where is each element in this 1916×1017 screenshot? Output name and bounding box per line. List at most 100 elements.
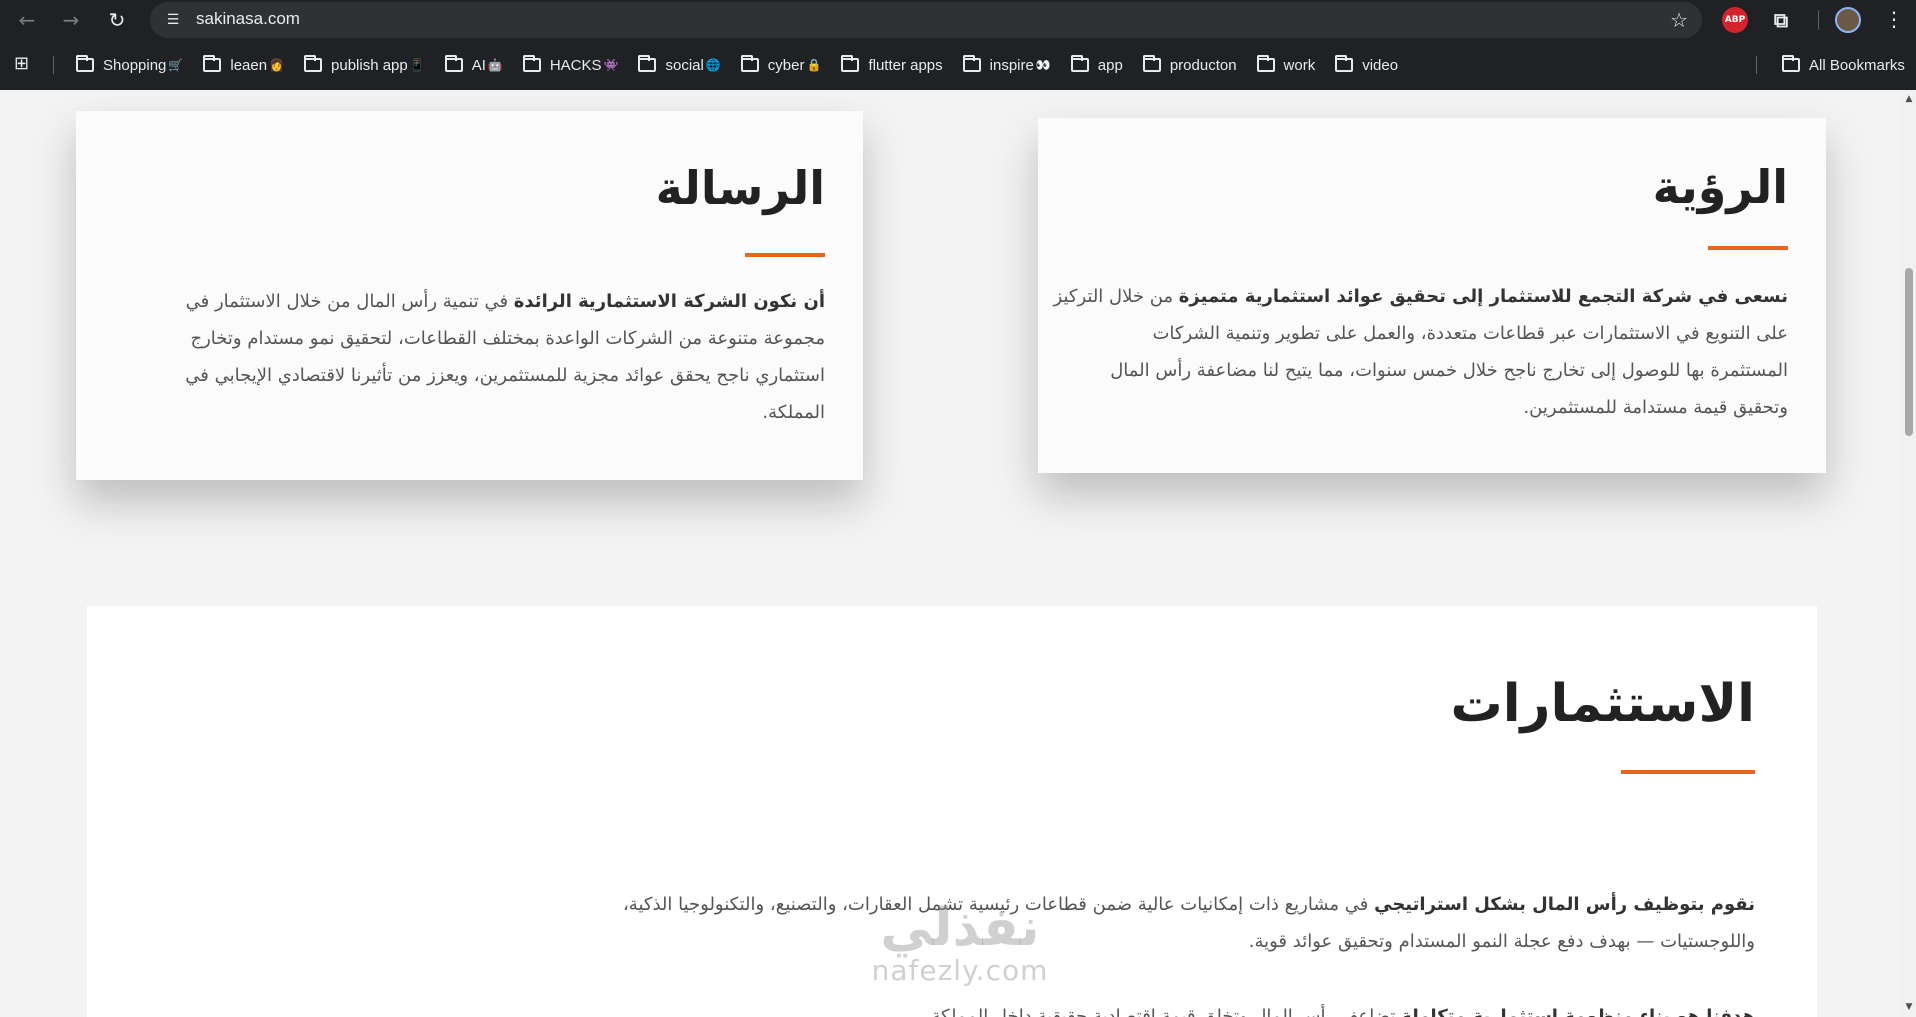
folder-icon xyxy=(740,55,759,72)
bookmarks-divider xyxy=(53,56,54,74)
all-bookmarks-button[interactable]: All Bookmarks xyxy=(1772,50,1915,80)
page-content: الرؤية نسعى في شركة التجمع للاستثمار إلى… xyxy=(0,90,1916,1017)
toolbar-divider xyxy=(1818,10,1819,30)
adblock-extension-icon[interactable]: ABP xyxy=(1722,7,1748,33)
vision-line-4: وتحقيق قيمة مستدامة للمستثمرين. xyxy=(1523,397,1788,418)
mission-line-1: في تنمية رأس المال من خلال الاستثمار في xyxy=(185,291,514,312)
vision-title-underline xyxy=(1708,246,1788,250)
bookmark-label: app xyxy=(1097,56,1123,74)
investments-title-underline xyxy=(1621,770,1755,774)
bookmark-label: cyber xyxy=(767,56,805,74)
site-settings-icon[interactable]: ☰ xyxy=(164,11,182,29)
mission-title: الرسالة xyxy=(655,161,825,215)
bookmark-label: leaen xyxy=(230,56,268,74)
mission-text: أن نكون الشركة الاستثمارية الرائدة في تن… xyxy=(95,283,825,431)
bookmark-folder[interactable]: HACKS 👾 xyxy=(513,50,629,80)
mission-line-2: مجموعة متنوعة من الشركات الواعدة بمختلف … xyxy=(190,328,825,349)
mission-line-3: استثماري ناجح يحقق عوائد مجزية للمستثمري… xyxy=(185,365,825,386)
mission-title-underline xyxy=(745,253,825,257)
vision-lead: نسعى في شركة التجمع للاستثمار إلى تحقيق … xyxy=(1178,286,1788,307)
browser-chrome: ← → ↻ ☰ sakinasa.com ☆ ABP ⧉ ⋮ ⊞ Shoppin… xyxy=(0,0,1916,90)
bookmark-emoji-icon: 📱 xyxy=(409,58,425,72)
bookmark-folder[interactable]: work xyxy=(1247,50,1326,80)
bookmark-folder[interactable]: video xyxy=(1325,50,1408,80)
bookmark-emoji-icon: 🔒 xyxy=(806,58,822,72)
folder-icon xyxy=(304,55,323,72)
bookmark-folder[interactable]: publish app 📱 xyxy=(294,50,435,80)
bookmark-folder[interactable]: flutter apps xyxy=(831,50,952,80)
bookmark-folder[interactable]: social 🌐 xyxy=(628,50,730,80)
folder-icon xyxy=(1335,55,1354,72)
bookmark-folder[interactable]: inspire 👀 xyxy=(953,50,1061,80)
bookmark-label: publish app xyxy=(331,56,408,74)
bookmark-label: inspire xyxy=(989,56,1034,74)
investments-p2-lead: هدفنا هو بناء منظومة استثمارية متكاملة xyxy=(1401,1006,1755,1017)
folder-icon xyxy=(1782,55,1800,72)
folder-icon xyxy=(76,55,94,72)
forward-arrow-icon[interactable]: → xyxy=(56,5,86,35)
bookmark-folder[interactable]: app xyxy=(1061,50,1133,80)
bookmark-emoji-icon: 👾 xyxy=(603,58,619,72)
folder-icon xyxy=(1256,55,1275,72)
investments-p1-lead: نقوم بتوظيف رأس المال بشكل استراتيجي xyxy=(1374,894,1755,915)
extensions-puzzle-icon[interactable]: ⧉ xyxy=(1768,7,1794,33)
bookmark-label: producton xyxy=(1169,56,1237,74)
back-arrow-icon[interactable]: ← xyxy=(12,5,42,35)
bookmark-emoji-icon: 🛒 xyxy=(168,58,184,72)
investments-title: الاستثمارات xyxy=(1450,674,1755,734)
folder-icon xyxy=(962,55,981,72)
investments-paragraph-1: نقوم بتوظيف رأس المال بشكل استراتيجي في … xyxy=(595,886,1755,960)
investments-p2-rest: تضاعف رأس المال وتخلق قيمة اقتصادية حقيق… xyxy=(931,1006,1402,1017)
vision-title: الرؤية xyxy=(1652,160,1788,214)
bookmark-label: work xyxy=(1283,56,1316,74)
bookmark-label: video xyxy=(1362,56,1399,74)
bookmark-folder[interactable]: AI 🤖 xyxy=(435,50,513,80)
watermark-arabic: نفذلي xyxy=(880,898,1040,958)
vision-text: نسعى في شركة التجمع للاستثمار إلى تحقيق … xyxy=(1048,278,1788,426)
bookmark-emoji-icon: 👀 xyxy=(1035,58,1051,72)
bookmark-folder[interactable]: Shopping 🛒 xyxy=(66,50,193,80)
page-scrollbar[interactable]: ▲ ▼ xyxy=(1902,90,1916,1017)
apps-grid-icon[interactable]: ⊞ xyxy=(14,55,32,73)
bookmark-emoji-icon: 🤖 xyxy=(487,58,503,72)
nafezly-watermark: نفذلي nafezly.com xyxy=(850,900,1070,986)
bookmarks-divider-right xyxy=(1756,56,1757,74)
bookmark-folder[interactable]: leaen 👩 xyxy=(193,50,294,80)
bookmarks-bar: ⊞ Shopping 🛒 leaen 👩 publish app 📱 AI 🤖 HACKS 👾 so… xyxy=(0,46,1916,84)
bookmark-emoji-icon: 👩 xyxy=(269,58,285,72)
vision-line-2: على التنويع في الاستثمارات عبر قطاعات مت… xyxy=(1152,323,1788,344)
folder-icon xyxy=(522,55,541,72)
watermark-latin: nafezly.com xyxy=(871,954,1049,987)
browser-menu-icon[interactable]: ⋮ xyxy=(1884,5,1904,33)
reload-icon[interactable]: ↻ xyxy=(102,5,132,35)
folder-icon xyxy=(203,55,222,72)
folder-icon xyxy=(638,55,657,72)
bookmark-folder[interactable]: cyber 🔒 xyxy=(731,50,832,80)
folder-icon xyxy=(841,55,860,72)
investments-p1-line2: واللوجستيات — بهدف دفع عجلة النمو المستد… xyxy=(1248,931,1755,952)
bookmark-star-icon[interactable]: ☆ xyxy=(1670,7,1688,33)
mission-line-4: المملكة. xyxy=(762,402,825,423)
url-text[interactable]: sakinasa.com xyxy=(196,9,300,29)
browser-toolbar: ← → ↻ ☰ sakinasa.com ☆ ABP ⧉ ⋮ xyxy=(0,0,1916,40)
folder-icon xyxy=(1142,55,1161,72)
scrollbar-thumb[interactable] xyxy=(1905,268,1913,436)
investments-paragraph-2: هدفنا هو بناء منظومة استثمارية متكاملة ت… xyxy=(595,998,1755,1017)
folder-icon xyxy=(1070,55,1089,72)
vision-line-3: المستثمرة بها للوصول إلى تخارج ناجح خلال… xyxy=(1110,360,1788,381)
address-bar[interactable]: ☰ sakinasa.com ☆ xyxy=(150,2,1702,38)
bookmark-emoji-icon: 🌐 xyxy=(705,58,721,72)
vision-line-1: من خلال التركيز xyxy=(1053,286,1179,307)
scroll-up-arrow-icon[interactable]: ▲ xyxy=(1904,94,1914,104)
mission-card: الرسالة أن نكون الشركة الاستثمارية الرائ… xyxy=(76,111,863,480)
all-bookmarks-label: All Bookmarks xyxy=(1809,56,1905,74)
bookmark-folder[interactable]: producton xyxy=(1133,50,1247,80)
profile-avatar[interactable] xyxy=(1835,7,1861,33)
bookmark-label: HACKS xyxy=(549,56,602,74)
bookmark-label: flutter apps xyxy=(868,56,943,74)
scroll-down-arrow-icon[interactable]: ▼ xyxy=(1904,1002,1914,1012)
folder-icon xyxy=(444,55,463,72)
bookmark-label: Shopping xyxy=(103,56,167,74)
mission-lead: أن نكون الشركة الاستثمارية الرائدة xyxy=(513,291,825,312)
bookmark-label: AI xyxy=(471,56,486,74)
